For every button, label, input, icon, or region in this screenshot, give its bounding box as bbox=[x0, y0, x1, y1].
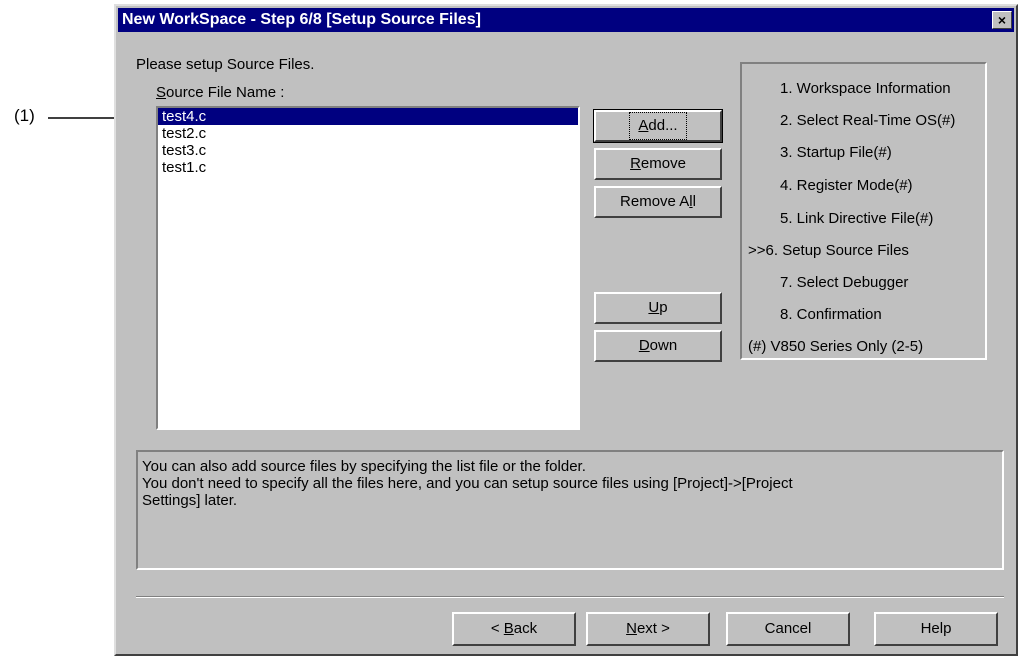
step-footnote: (#) V850 Series Only (2-5) bbox=[748, 338, 924, 355]
list-item[interactable]: test3.c bbox=[158, 142, 578, 159]
footer-separator bbox=[136, 596, 1004, 598]
prompt-text: Please setup Source Files. bbox=[136, 56, 315, 73]
list-item[interactable]: test1.c bbox=[158, 159, 578, 176]
wizard-steps-panel: 1. Workspace Information 2. Select Real-… bbox=[740, 62, 987, 360]
add-button[interactable]: Add... bbox=[593, 109, 723, 143]
step-item: 7. Select Debugger bbox=[780, 274, 909, 291]
step-item: 3. Startup File(#) bbox=[780, 144, 892, 161]
remove-all-button[interactable]: Remove All bbox=[594, 186, 722, 218]
close-icon: × bbox=[997, 12, 1007, 28]
next-button[interactable]: Next > bbox=[586, 612, 710, 646]
step-item: 1. Workspace Information bbox=[780, 80, 951, 97]
title-bar: New WorkSpace - Step 6/8 [Setup Source F… bbox=[118, 8, 1014, 32]
source-file-list[interactable]: test4.c test2.c test3.c test1.c bbox=[156, 106, 580, 430]
info-text-box: You can also add source files by specify… bbox=[136, 450, 1004, 570]
step-item-current: >>6. Setup Source Files bbox=[748, 242, 909, 259]
info-line: You can also add source files by specify… bbox=[142, 458, 586, 475]
new-workspace-dialog: New WorkSpace - Step 6/8 [Setup Source F… bbox=[114, 4, 1018, 656]
up-button[interactable]: Up bbox=[594, 292, 722, 324]
step-item: 4. Register Mode(#) bbox=[780, 177, 913, 194]
close-button[interactable]: × bbox=[992, 11, 1012, 29]
list-item[interactable]: test4.c bbox=[158, 108, 578, 125]
info-line: Settings] later. bbox=[142, 492, 238, 509]
back-button[interactable]: < Back bbox=[452, 612, 576, 646]
step-item: 8. Confirmation bbox=[780, 306, 882, 323]
annotation-label: (1) bbox=[14, 106, 35, 125]
window-title: New WorkSpace - Step 6/8 [Setup Source F… bbox=[122, 11, 481, 28]
remove-button[interactable]: Remove bbox=[594, 148, 722, 180]
step-item: 5. Link Directive File(#) bbox=[780, 210, 934, 227]
step-item: 2. Select Real-Time OS(#) bbox=[780, 112, 956, 129]
help-button[interactable]: Help bbox=[874, 612, 998, 646]
down-button[interactable]: Down bbox=[594, 330, 722, 362]
info-line: You don't need to specify all the files … bbox=[142, 475, 793, 492]
cancel-button[interactable]: Cancel bbox=[726, 612, 850, 646]
list-item[interactable]: test2.c bbox=[158, 125, 578, 142]
source-file-name-label: Source File Name : bbox=[156, 84, 285, 101]
